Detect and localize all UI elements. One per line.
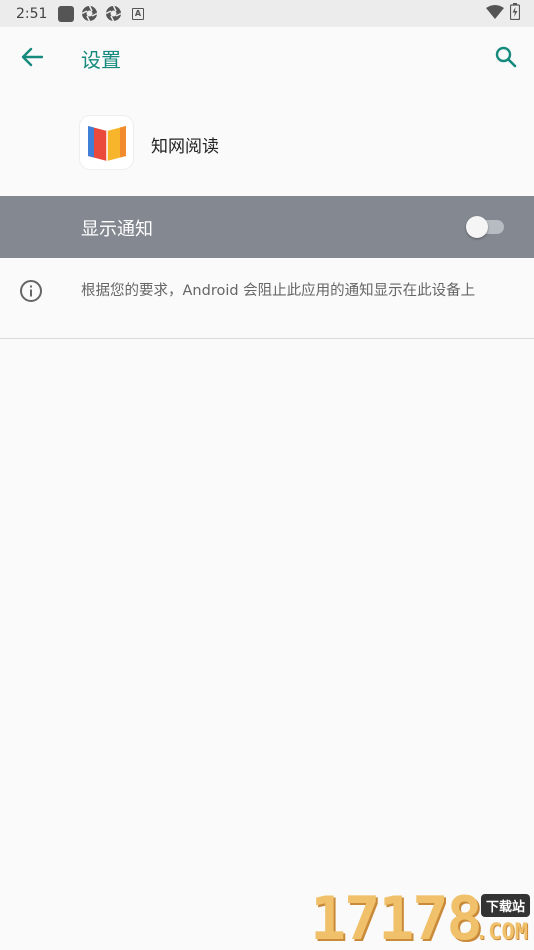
search-button[interactable] bbox=[490, 43, 522, 75]
wifi-icon bbox=[486, 4, 504, 23]
search-icon bbox=[495, 46, 517, 72]
book-icon bbox=[80, 116, 133, 169]
show-notifications-switch[interactable] bbox=[466, 215, 506, 239]
app-bar: 设置 bbox=[0, 27, 534, 91]
back-button[interactable] bbox=[16, 45, 48, 73]
show-notifications-label: 显示通知 bbox=[81, 219, 153, 240]
app-notification-settings-screen: 2:51 A 设置 知网阅读 显示通知 根据您的要求，Android 会阻止此应… bbox=[0, 0, 534, 950]
page-title: 设置 bbox=[81, 48, 121, 72]
blocked-info-text: 根据您的要求，Android 会阻止此应用的通知显示在此设备上 bbox=[81, 283, 476, 299]
square-notification-icon bbox=[57, 5, 74, 22]
site-watermark: 17178 下载站 .COM bbox=[306, 888, 534, 950]
watermark-tag: 下载站 bbox=[480, 894, 530, 917]
show-notifications-row[interactable]: 显示通知 bbox=[0, 196, 534, 258]
a-letter-icon: A bbox=[129, 5, 146, 22]
app-header: 知网阅读 bbox=[0, 91, 534, 196]
battery-icon bbox=[509, 3, 521, 24]
watermark-digits: 17178 bbox=[310, 884, 483, 950]
watermark-domain: .COM bbox=[475, 920, 528, 945]
status-time: 2:51 bbox=[16, 5, 48, 22]
aperture-icon bbox=[81, 5, 98, 22]
aperture-icon bbox=[105, 5, 122, 22]
info-icon bbox=[19, 279, 43, 303]
blocked-info-row: 根据您的要求，Android 会阻止此应用的通知显示在此设备上 bbox=[0, 258, 534, 339]
switch-thumb bbox=[466, 216, 488, 238]
app-name: 知网阅读 bbox=[151, 137, 219, 157]
status-bar: 2:51 A bbox=[0, 0, 534, 27]
arrow-back-icon bbox=[21, 47, 44, 71]
